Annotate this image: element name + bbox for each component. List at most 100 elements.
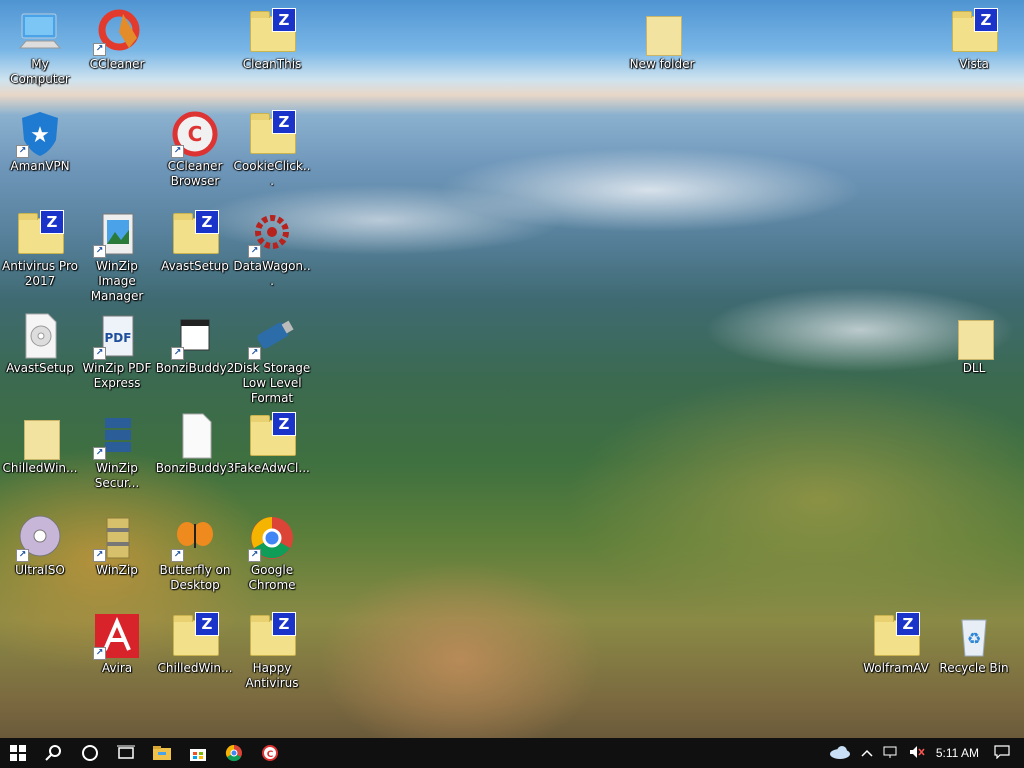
icon-label: BonziBuddy2 — [155, 361, 235, 375]
desktop-icon-chilledwin-folder[interactable]: ChilledWin... — [0, 412, 80, 476]
onedrive-icon[interactable] — [829, 745, 851, 762]
icon-label: New folder — [629, 57, 695, 71]
icon-label: ChilledWin... — [2, 461, 78, 475]
chrome-icon — [225, 744, 242, 762]
desktop-icon-my-computer[interactable]: My Computer — [0, 8, 80, 87]
desktop-icon-wolframav[interactable]: Z WolframAV — [856, 612, 936, 676]
svg-text:PDF: PDF — [105, 331, 132, 345]
chevron-up-icon[interactable] — [861, 746, 873, 760]
shortcut-arrow-icon: ↗ — [93, 43, 106, 56]
icon-label: WinZip PDF Express — [82, 361, 152, 390]
desktop-icon-disk-storage-format[interactable]: ↗ Disk Storage Low Level Format — [232, 312, 312, 406]
desktop-icon-winzip-pdf-express[interactable]: PDF ↗ WinZip PDF Express — [77, 312, 157, 391]
desktop-icon-bonzibuddy3[interactable]: BonziBuddy3 — [155, 412, 235, 476]
folder-icon — [950, 312, 998, 360]
cortana-button[interactable] — [72, 738, 108, 768]
svg-text:★: ★ — [30, 123, 50, 148]
svg-text:♻: ♻ — [967, 629, 981, 648]
desktop-icon-cleanthis[interactable]: Z CleanThis — [232, 8, 312, 72]
computer-icon — [16, 8, 64, 56]
ccleaner-taskbar-button[interactable]: C — [252, 738, 288, 768]
shortcut-arrow-icon: ↗ — [93, 549, 106, 562]
desktop-icon-ccleaner-browser[interactable]: C ↗ CCleaner Browser — [155, 110, 235, 189]
shield-icon: ★ ↗ — [16, 110, 64, 158]
desktop-icon-datawagon[interactable]: ↗ DataWagon... — [232, 210, 312, 289]
desktop-icon-avastsetup-folder[interactable]: Z AvastSetup — [155, 210, 235, 274]
icon-label: UltraISO — [15, 563, 65, 577]
system-tray: 5:11 AM — [824, 738, 1024, 768]
icon-label: DLL — [962, 361, 986, 375]
zip-folder-icon: Z — [872, 612, 920, 660]
desktop-icon-vista[interactable]: Z Vista — [934, 8, 1014, 72]
server-icon: ↗ — [93, 412, 141, 460]
store-icon — [190, 749, 206, 761]
desktop[interactable]: My Computer ↗ CCleaner Z CleanThis New f… — [0, 0, 1024, 738]
icon-label: Disk Storage Low Level Format — [233, 361, 311, 405]
desktop-icon-fakeadwcl[interactable]: Z FakeAdwCl... — [232, 412, 312, 476]
desktop-icon-google-chrome[interactable]: ↗ Google Chrome — [232, 514, 312, 593]
desktop-icon-winzip[interactable]: ↗ WinZip — [77, 514, 157, 578]
task-view-icon — [117, 745, 135, 759]
icon-label: Google Chrome — [248, 563, 296, 592]
usb-drive-icon: ↗ — [248, 312, 296, 360]
desktop-icon-recycle-bin[interactable]: ♻ Recycle Bin — [934, 612, 1014, 676]
zip-folder-icon: Z — [171, 210, 219, 258]
store-button[interactable] — [180, 738, 216, 768]
file-explorer-button[interactable] — [144, 738, 180, 768]
zip-folder-icon: Z — [248, 612, 296, 660]
winzip-image-icon: ↗ — [93, 210, 141, 258]
file-icon — [171, 412, 219, 460]
icon-label: DataWagon... — [233, 259, 311, 288]
desktop-icon-cookieclick[interactable]: Z CookieClick... — [232, 110, 312, 189]
icon-label: WolframAV — [863, 661, 929, 675]
zip-folder-icon: Z — [248, 110, 296, 158]
zip-folder-icon: Z — [950, 8, 998, 56]
ccleaner-browser-icon: C ↗ — [171, 110, 219, 158]
search-button[interactable] — [36, 738, 72, 768]
icon-label: CCleaner — [89, 57, 145, 71]
desktop-icon-chilledwin-zip[interactable]: Z ChilledWin... — [155, 612, 235, 676]
desktop-icon-avastsetup[interactable]: AvastSetup — [0, 312, 80, 376]
icon-label: AvastSetup — [161, 259, 229, 273]
desktop-icon-bonzibuddy2[interactable]: ↗ BonziBuddy2 — [155, 312, 235, 376]
desktop-icon-antivirus-pro-2017[interactable]: Z Antivirus Pro 2017 — [0, 210, 80, 289]
icon-label: Butterfly on Desktop — [159, 563, 231, 592]
shortcut-arrow-icon: ↗ — [171, 347, 184, 360]
start-button[interactable] — [0, 738, 36, 768]
recycle-bin-icon: ♻ — [950, 612, 998, 660]
volume-muted-icon[interactable] — [909, 745, 925, 762]
desktop-icon-amanvpn[interactable]: ★ ↗ AmanVPN — [0, 110, 80, 174]
ccleaner-icon: ↗ — [93, 8, 141, 56]
desktop-icon-dll[interactable]: DLL — [934, 312, 1014, 376]
icon-label: AmanVPN — [10, 159, 70, 173]
folder-icon — [16, 412, 64, 460]
shortcut-arrow-icon: ↗ — [248, 245, 261, 258]
desktop-icon-winzip-image-manager[interactable]: ↗ WinZip Image Manager — [77, 210, 157, 304]
icon-label: WinZip Image Manager — [90, 259, 144, 303]
desktop-icon-ccleaner[interactable]: ↗ CCleaner — [77, 8, 157, 72]
icon-label: AvastSetup — [6, 361, 74, 375]
desktop-icon-ultraiso[interactable]: ↗ UltraISO — [0, 514, 80, 578]
chrome-icon: ↗ — [248, 514, 296, 562]
shortcut-arrow-icon: ↗ — [171, 145, 184, 158]
desktop-icon-butterfly[interactable]: ↗ Butterfly on Desktop — [155, 514, 235, 593]
svg-text:C: C — [267, 750, 274, 760]
task-view-button[interactable] — [108, 738, 144, 768]
shortcut-arrow-icon: ↗ — [16, 145, 29, 158]
network-icon[interactable] — [883, 745, 899, 762]
shortcut-arrow-icon: ↗ — [93, 647, 106, 660]
action-center-icon[interactable] — [994, 744, 1010, 762]
icon-label: WinZip — [96, 563, 138, 577]
chrome-taskbar-button[interactable] — [216, 738, 252, 768]
gear-icon: ↗ — [248, 210, 296, 258]
desktop-icon-avira[interactable]: ↗ Avira — [77, 612, 157, 676]
folder-icon — [638, 8, 686, 56]
search-icon — [45, 745, 61, 761]
desktop-icon-new-folder[interactable]: New folder — [622, 8, 702, 72]
shortcut-arrow-icon: ↗ — [93, 447, 106, 460]
icon-label: BonziBuddy3 — [155, 461, 235, 475]
desktop-icon-happy-antivirus[interactable]: Z Happy Antivirus — [232, 612, 312, 691]
clock[interactable]: 5:11 AM — [936, 746, 979, 760]
desktop-icon-winzip-secure[interactable]: ↗ WinZip Secur... — [77, 412, 157, 491]
icon-label: ChilledWin... — [157, 661, 233, 675]
